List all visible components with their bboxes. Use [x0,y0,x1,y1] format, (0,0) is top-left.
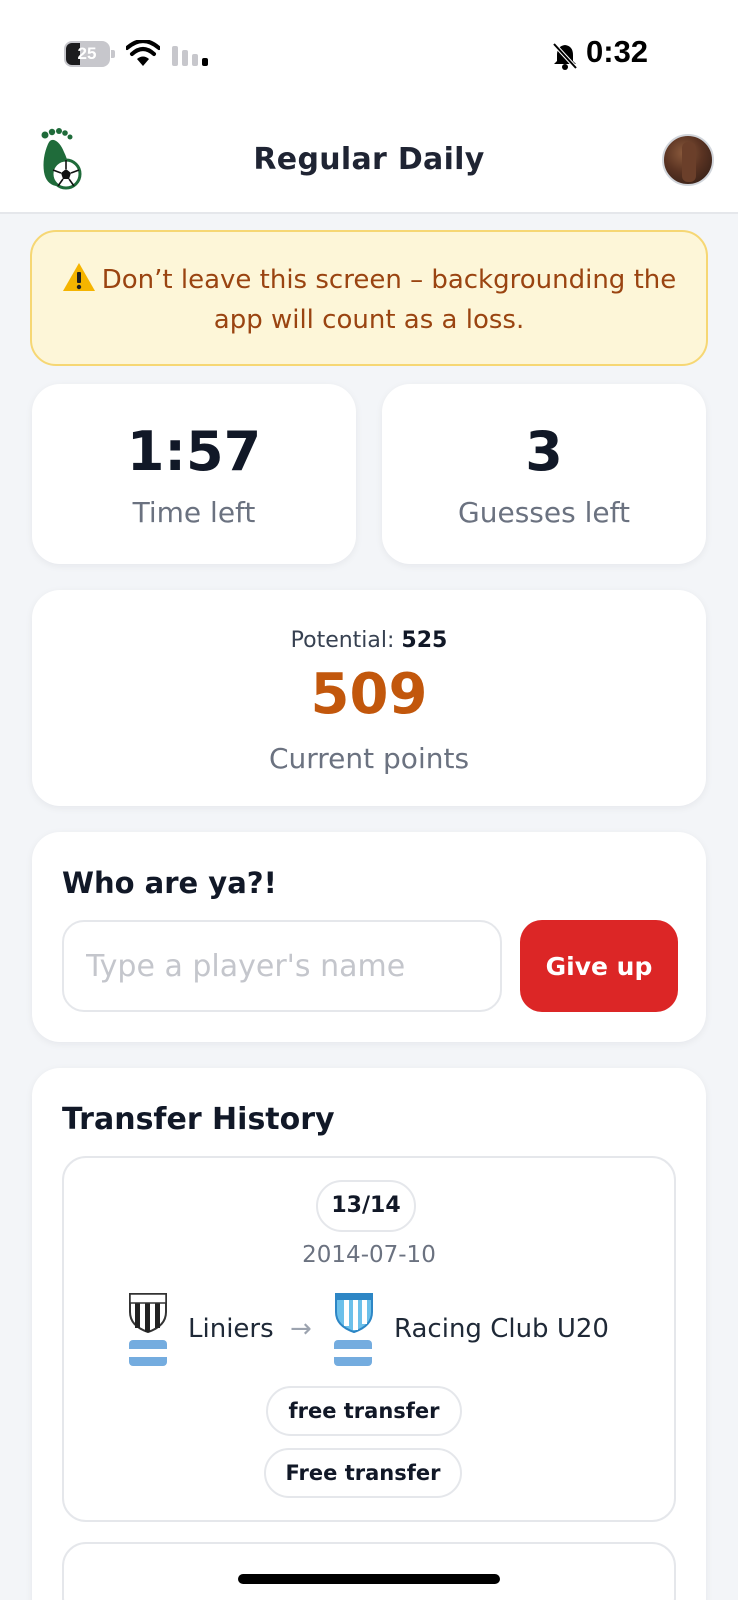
silent-bell-icon [552,42,578,70]
warning-icon [62,263,95,291]
guess-card: Who are ya?! Give up [32,832,706,1042]
potential-label: Potential: [290,628,395,653]
give-up-button[interactable]: Give up [520,920,678,1012]
battery-icon: 25 [64,41,115,67]
time-left-card: 1:57 Time left [32,384,356,564]
time-left-label: Time left [132,496,256,529]
transfer-fee-badge: free transfer [266,1386,462,1436]
current-points-value: 509 [310,662,428,727]
guesses-left-value: 3 [525,420,563,483]
transfer-item: 13/14 2014-07-10 Liniers → Racing Club U… [62,1156,676,1522]
potential-value: 525 [401,628,448,653]
avatar[interactable] [662,134,714,186]
time-left-value: 1:57 [126,420,262,483]
liniers-crest-icon [129,1293,167,1334]
status-time: 0:32 [586,34,649,69]
transfer-type-badge: Free transfer [264,1448,462,1498]
battery-level: 25 [77,44,97,63]
home-indicator[interactable] [238,1574,500,1584]
from-club-name: Liniers [188,1314,274,1344]
page-title: Regular Daily [253,142,485,177]
transfer-item [62,1542,676,1600]
to-club-name: Racing Club U20 [394,1314,609,1344]
warning-banner: Don’t leave this screen – backgrounding … [30,230,708,366]
transfer-history-title: Transfer History [62,1102,335,1137]
wifi-icon [126,40,160,66]
arrow-right-icon: → [290,1314,312,1344]
potential-points: Potential: 525 [32,628,706,653]
current-points-label: Current points [268,742,470,775]
transfer-history-card: Transfer History 13/14 2014-07-10 Linier… [32,1068,706,1600]
transfer-index-badge: 13/14 [316,1180,416,1232]
cellular-signal-icon [172,46,208,66]
transfer-date: 2014-07-10 [302,1242,436,1268]
app-header: Regular Daily [0,110,738,214]
racing-club-crest-icon [335,1293,373,1334]
player-search-input[interactable] [62,920,502,1012]
guesses-left-card: 3 Guesses left [382,384,706,564]
guesses-left-label: Guesses left [458,496,630,529]
argentina-flag-icon [129,1340,167,1366]
argentina-flag-icon [334,1340,372,1366]
points-card: Potential: 525 509 Current points [32,590,706,806]
guess-title: Who are ya?! [62,866,277,900]
warning-text: Don’t leave this screen – backgrounding … [101,265,677,335]
status-bar: 25 0:32 [0,0,738,110]
